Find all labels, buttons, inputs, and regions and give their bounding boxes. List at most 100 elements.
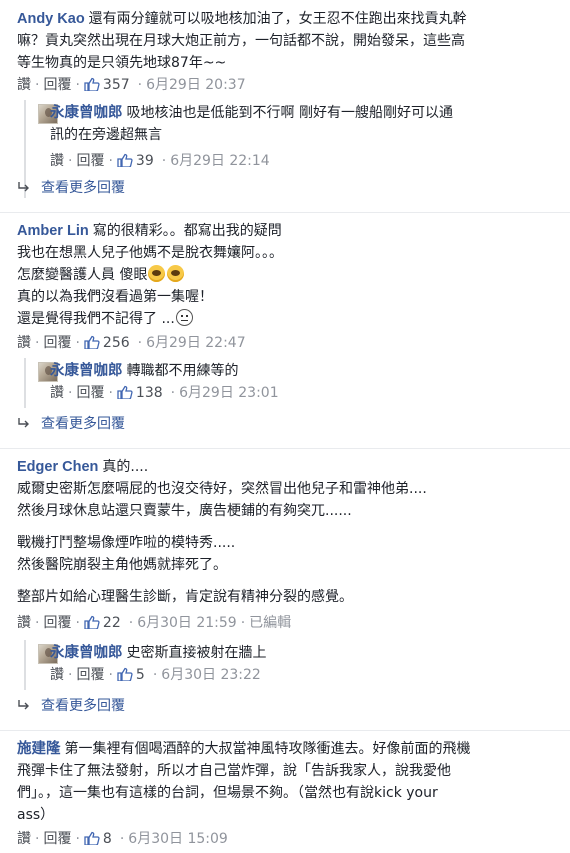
comment-text — [17, 522, 556, 532]
like-thumb-icon[interactable] — [117, 385, 133, 399]
comment-actions: 讚 · 回覆 · 138 · 6月29日 23:01 — [50, 382, 279, 404]
see-more-replies-link[interactable]: 查看更多回覆 — [17, 414, 125, 434]
timestamp[interactable]: 6月30日 21:59 — [137, 615, 237, 631]
like-button[interactable]: 讚 — [50, 385, 64, 401]
like-thumb-icon[interactable] — [117, 667, 133, 681]
separator: · — [170, 385, 176, 401]
comment: Edger Chen 真的.... 威爾史密斯怎麼嗝屁的也沒交待好，突然冒出他兒子… — [0, 456, 570, 634]
comment-author[interactable]: 永康曾咖郎 — [50, 363, 123, 379]
separator: · — [35, 615, 40, 631]
like-thumb-icon[interactable] — [117, 153, 133, 167]
comment: Amber Lin 寫的很精彩。。都寫出我的疑問 我也在想黑人兒子他媽不是脫衣舞孃… — [0, 220, 570, 354]
like-thumb-icon[interactable] — [84, 615, 100, 629]
like-count[interactable]: 39 — [136, 153, 154, 169]
comment-text: 還有兩分鐘就可以吸地核加油了，女王忍不住跑出來找貢丸幹 — [88, 11, 467, 27]
like-count[interactable]: 8 — [103, 831, 112, 847]
comment-text: 飛彈卡住了無法發射，所以才自己當炸彈，說「告訴我家人，說我愛他 — [17, 763, 451, 779]
like-thumb-icon[interactable] — [84, 77, 100, 91]
comment-text: 然後醫院崩裂主角他媽就摔死了。 — [17, 557, 227, 573]
separator: · — [108, 153, 113, 169]
see-more-replies-label: 查看更多回覆 — [41, 416, 125, 432]
reply-button[interactable]: 回覆 — [76, 667, 104, 683]
comment-text — [17, 576, 556, 586]
like-count[interactable]: 5 — [136, 667, 145, 683]
timestamp[interactable]: 6月30日 23:22 — [161, 667, 261, 683]
separator: · — [119, 831, 125, 847]
separator: · — [68, 153, 73, 169]
separator: · — [35, 831, 40, 847]
comment-author[interactable]: Andy Kao — [17, 11, 85, 27]
comment-author[interactable]: 永康曾咖郎 — [50, 645, 123, 661]
divider — [0, 212, 570, 213]
separator: · — [68, 667, 73, 683]
separator: · — [108, 667, 113, 683]
reply-button[interactable]: 回覆 — [76, 153, 104, 169]
reply-button[interactable]: 回覆 — [43, 335, 71, 351]
comment-author[interactable]: 施建隆 — [17, 741, 61, 757]
like-button[interactable]: 讚 — [17, 77, 31, 93]
comment: 施建隆 第一集裡有個喝酒醉的大叔當神風特攻隊衝進去。好像前面的飛機 飛彈卡住了無法… — [0, 738, 570, 850]
comment: Andy Kao 還有兩分鐘就可以吸地核加油了，女王忍不住跑出來找貢丸幹 嘛？貢丸… — [0, 8, 570, 96]
separator: · — [75, 335, 80, 351]
comment-line: Andy Kao 還有兩分鐘就可以吸地核加油了，女王忍不住跑出來找貢丸幹 — [17, 8, 556, 30]
comment-text: 們」。，這一集也有這樣的台詞，但場景不夠。（當然也有說kick your — [17, 785, 438, 801]
like-button[interactable]: 讚 — [50, 667, 64, 683]
see-more-replies-label: 查看更多回覆 — [41, 698, 125, 714]
reply-button[interactable]: 回覆 — [76, 385, 104, 401]
like-count[interactable]: 256 — [103, 335, 130, 351]
separator: · — [35, 77, 40, 93]
separator: · — [68, 385, 73, 401]
reply-indent-bar — [24, 640, 26, 690]
comment-thread: Andy Kao 還有兩分鐘就可以吸地核加油了，女王忍不住跑出來找貢丸幹 嘛？貢丸… — [0, 0, 570, 198]
separator: · — [137, 335, 143, 351]
timestamp[interactable]: 6月29日 22:47 — [146, 335, 246, 351]
comment-text: 嘛？貢丸突然出現在月球大炮正前方，一句話都不說，開始發呆，這些高 — [17, 33, 465, 49]
timestamp[interactable]: 6月30日 15:09 — [128, 831, 228, 847]
like-count[interactable]: 357 — [103, 77, 130, 93]
comment-text: 還是覺得我們不記得了 ... — [17, 311, 175, 327]
like-button[interactable]: 讚 — [17, 615, 31, 631]
comment-actions: 讚 · 回覆 · 39 · 6月29日 22:14 — [50, 150, 453, 172]
comment-author[interactable]: 永康曾咖郎 — [50, 105, 123, 121]
comment-actions: 讚 · 回覆 · 357 · 6月29日 20:37 — [17, 74, 556, 96]
divider — [0, 448, 570, 449]
separator: · — [75, 77, 80, 93]
comment-text: 威爾史密斯怎麼嗝屁的也沒交待好，突然冒出他兒子和雷神他弟.... — [17, 481, 427, 497]
see-more-replies-link[interactable]: 查看更多回覆 — [17, 178, 125, 198]
like-button[interactable]: 讚 — [17, 335, 31, 351]
see-more-replies-link[interactable]: 查看更多回覆 — [17, 696, 125, 716]
comment-text: 戰機打鬥整場像煙咋啦的模特秀..... — [17, 535, 236, 551]
comment-author[interactable]: Edger Chen — [17, 459, 98, 475]
separator: · — [35, 335, 40, 351]
separator: · — [128, 615, 134, 631]
comment-thread: 施建隆 第一集裡有個喝酒醉的大叔當神風特攻隊衝進去。好像前面的飛機 飛彈卡住了無法… — [0, 738, 570, 850]
like-count[interactable]: 22 — [103, 615, 121, 631]
edited-label[interactable]: 已編輯 — [249, 615, 291, 631]
separator: · — [161, 153, 167, 169]
timestamp[interactable]: 6月29日 23:01 — [179, 385, 279, 401]
separator: · — [75, 831, 80, 847]
reply-arrow-icon — [18, 182, 29, 192]
reply-button[interactable]: 回覆 — [43, 615, 71, 631]
reply-arrow-icon — [18, 700, 29, 710]
reply-button[interactable]: 回覆 — [43, 831, 71, 847]
reply: 永康曾咖郎 史密斯直接被射在牆上 讚 · 回覆 · 5 · 6月30日 23:22 — [50, 642, 267, 686]
timestamp[interactable]: 6月29日 20:37 — [146, 77, 246, 93]
like-thumb-icon[interactable] — [84, 335, 100, 349]
like-count[interactable]: 138 — [136, 385, 163, 401]
like-thumb-icon[interactable] — [84, 831, 100, 845]
timestamp[interactable]: 6月29日 22:14 — [170, 153, 270, 169]
reply: 永康曾咖郎 吸地核油也是低能到不行啊 剛好有一艘船剛好可以通 訊的在旁邊超無言 讚… — [50, 102, 453, 172]
comment-author[interactable]: Amber Lin — [17, 223, 89, 239]
reply-button[interactable]: 回覆 — [43, 77, 71, 93]
comment-text: 寫的很精彩。。都寫出我的疑問 — [92, 223, 282, 239]
comment-text: 真的以為我們沒看過第一集喔！ — [17, 289, 213, 305]
comment-text: 然後月球休息站還只賣蒙牛，廣告梗鋪的有夠突兀...... — [17, 503, 352, 519]
comment-text: 整部片如給心理醫生診斷，肯定說有精神分裂的感覺。 — [17, 589, 353, 605]
like-button[interactable]: 讚 — [50, 153, 64, 169]
comment-text: 吸地核油也是低能到不行啊 剛好有一艘船剛好可以通 — [126, 105, 453, 121]
comment-actions: 讚 · 回覆 · 8 · 6月30日 15:09 — [17, 828, 556, 850]
like-button[interactable]: 讚 — [17, 831, 31, 847]
comment-text: 怎麼變醫護人員 傻眼 — [17, 267, 148, 283]
comment-actions: 讚 · 回覆 · 22 · 6月30日 21:59 · 已編輯 — [17, 612, 556, 634]
